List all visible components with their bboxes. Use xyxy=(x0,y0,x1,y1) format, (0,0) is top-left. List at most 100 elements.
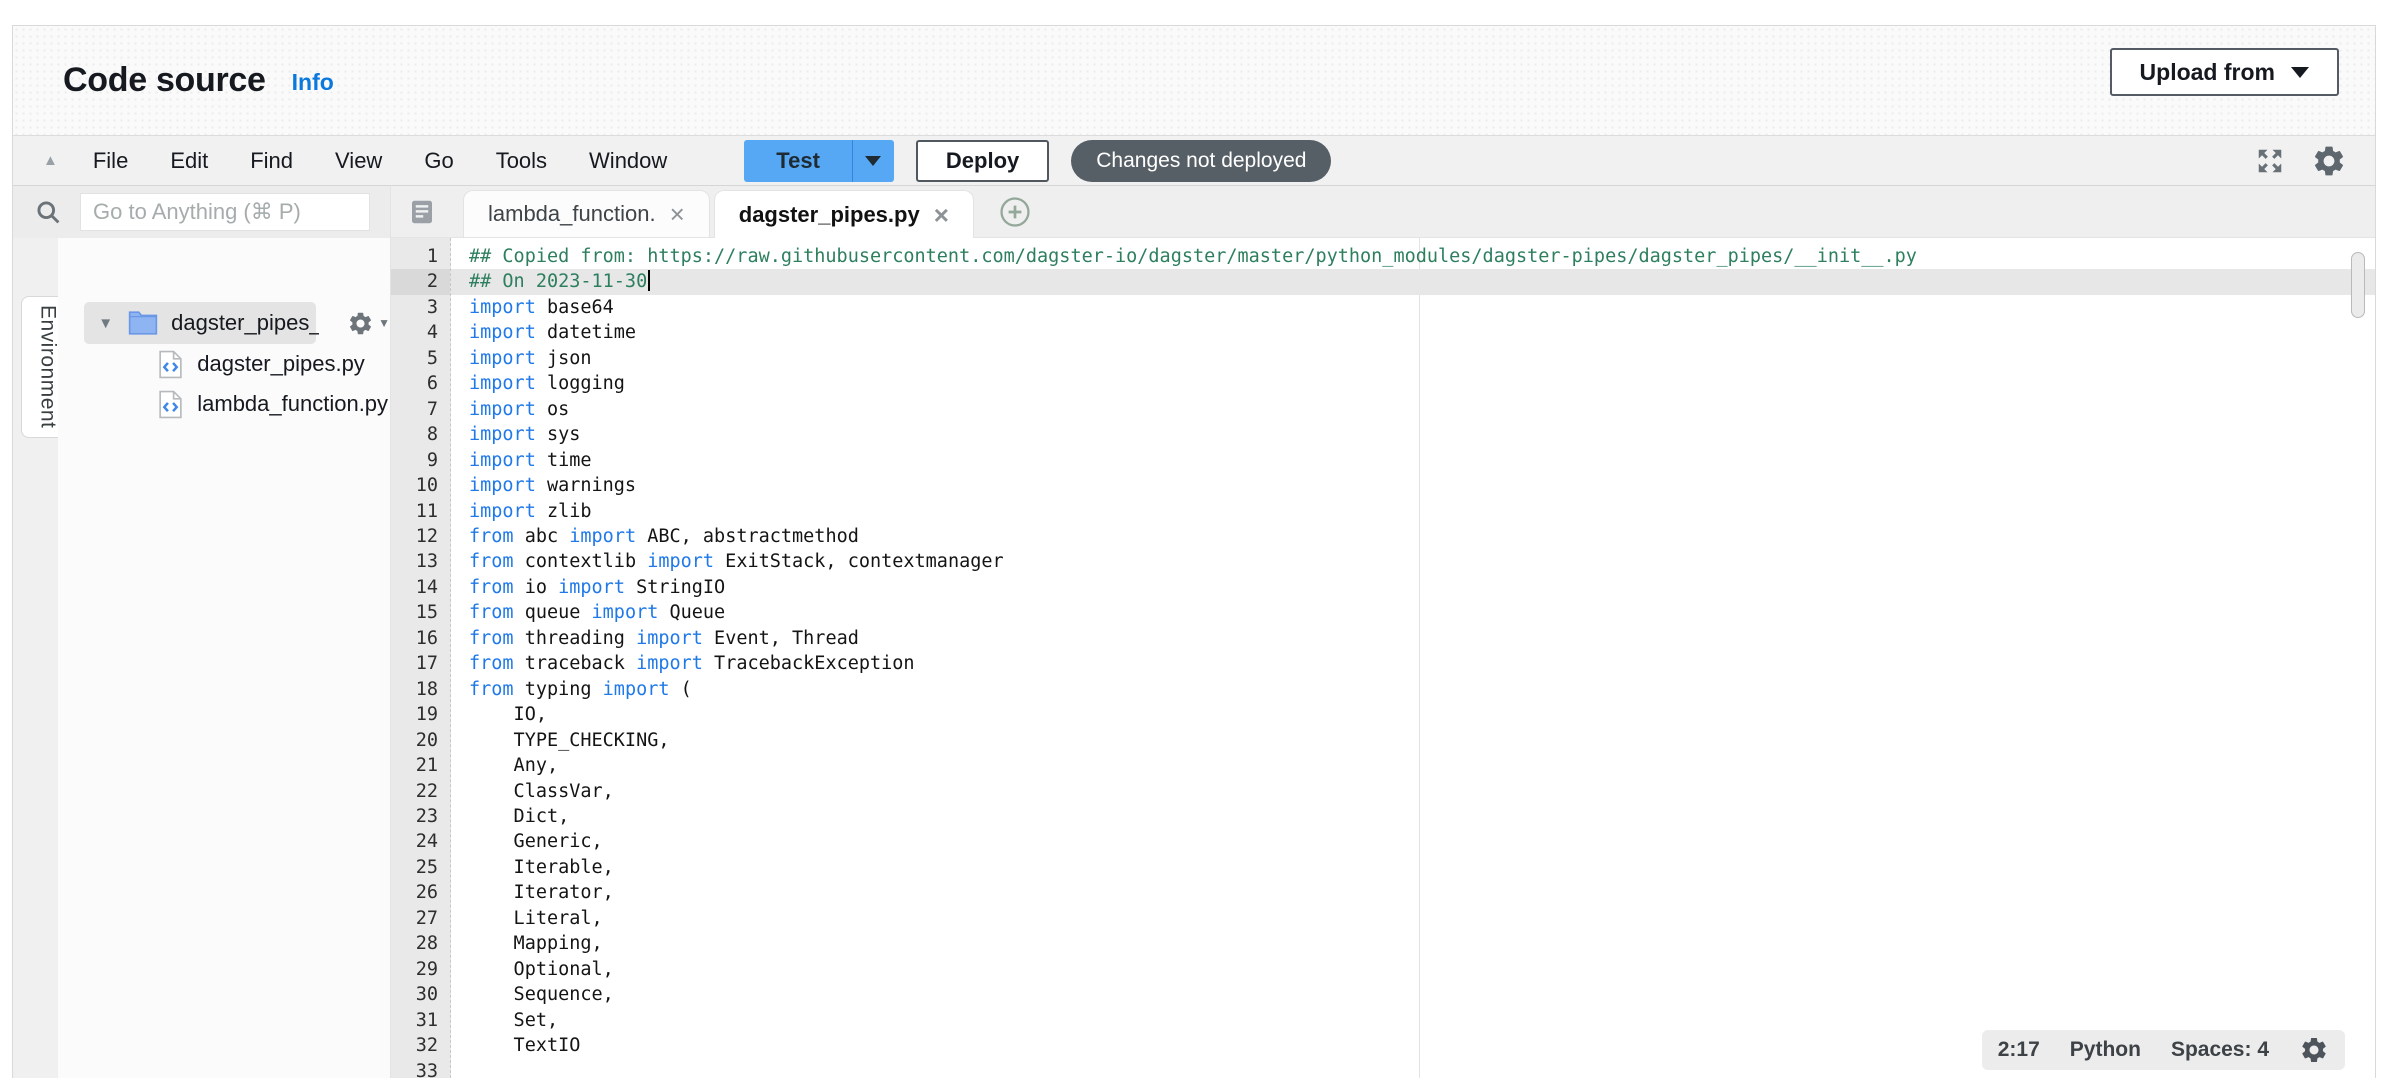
tab-list-icon[interactable] xyxy=(407,197,437,227)
code-line-20[interactable]: IO, xyxy=(451,702,2375,727)
line-number-12: 12 xyxy=(391,524,450,549)
tab-lambda-function[interactable]: lambda_function.× xyxy=(463,190,710,237)
keyword-token: import xyxy=(603,679,670,700)
keyword-token: import xyxy=(469,475,536,496)
keyword-token: import xyxy=(469,424,536,445)
gear-icon[interactable] xyxy=(2299,1035,2329,1065)
menubar-right-icons xyxy=(2255,136,2347,186)
tab-dagster-pipes-py[interactable]: dagster_pipes.py× xyxy=(714,190,974,238)
code-line-29[interactable]: Mapping, xyxy=(451,931,2375,956)
test-button[interactable]: Test xyxy=(744,140,894,182)
menu-items: FileEditFindViewGoToolsWindow xyxy=(72,148,688,174)
code-lines: ## Copied from: https://raw.githubuserco… xyxy=(451,238,2375,1078)
fullscreen-icon[interactable] xyxy=(2255,146,2285,176)
code-line-15[interactable]: from io import StringIO xyxy=(451,575,2375,600)
text-token: Iterator, xyxy=(469,882,614,903)
text-token: os xyxy=(536,399,569,420)
tree-file-dagster_pipes.py[interactable]: dagster_pipes.py xyxy=(58,344,390,384)
line-number-3: 3 xyxy=(391,295,450,320)
code-line-24[interactable]: Dict, xyxy=(451,804,2375,829)
text-token: time xyxy=(536,450,592,471)
code-line-12[interactable]: import zlib xyxy=(451,499,2375,524)
gear-icon[interactable] xyxy=(2311,143,2347,179)
line-number-18: 18 xyxy=(391,677,450,702)
menu-file[interactable]: File xyxy=(72,148,149,174)
code-line-14[interactable]: from contextlib import ExitStack, contex… xyxy=(451,549,2375,574)
info-link[interactable]: Info xyxy=(292,69,334,96)
cursor-position[interactable]: 2:17 xyxy=(1998,1038,2040,1062)
keyword-token: from xyxy=(469,526,514,547)
menu-view[interactable]: View xyxy=(314,148,403,174)
tree-file-lambda_function.py[interactable]: lambda_function.py xyxy=(58,384,390,424)
code-line-28[interactable]: Literal, xyxy=(451,906,2375,931)
menu-tools[interactable]: Tools xyxy=(475,148,568,174)
environment-strip: Environment xyxy=(13,238,58,1078)
code-line-6[interactable]: import json xyxy=(451,346,2375,371)
close-icon[interactable]: × xyxy=(934,202,949,228)
code-line-26[interactable]: Iterable, xyxy=(451,855,2375,880)
code-line-21[interactable]: TYPE_CHECKING, xyxy=(451,728,2375,753)
language-mode[interactable]: Python xyxy=(2070,1038,2141,1062)
code-line-10[interactable]: import time xyxy=(451,448,2375,473)
code-line-17[interactable]: from threading import Event, Thread xyxy=(451,626,2375,651)
code-line-16[interactable]: from queue import Queue xyxy=(451,600,2375,625)
collapse-panel-icon[interactable]: ▲ xyxy=(43,152,58,169)
upload-from-button[interactable]: Upload from xyxy=(2110,48,2339,96)
code-line-18[interactable]: from traceback import TracebackException xyxy=(451,651,2375,676)
text-token: TYPE_CHECKING, xyxy=(469,730,669,751)
text-token: Sequence, xyxy=(469,984,614,1005)
code-line-23[interactable]: ClassVar, xyxy=(451,779,2375,804)
code-line-22[interactable]: Any, xyxy=(451,753,2375,778)
scrollbar-thumb[interactable] xyxy=(2351,252,2365,318)
code-line-25[interactable]: Generic, xyxy=(451,829,2375,854)
editor-content: Environment ▼ dagster_pipes_funct xyxy=(13,186,2375,1078)
line-number-7: 7 xyxy=(391,397,450,422)
text-token: Event, Thread xyxy=(703,628,859,649)
keyword-token: import xyxy=(592,602,659,623)
indent-setting[interactable]: Spaces: 4 xyxy=(2171,1038,2269,1062)
file-label: dagster_pipes.py xyxy=(197,351,365,377)
code-line-5[interactable]: import datetime xyxy=(451,320,2375,345)
test-dropdown[interactable] xyxy=(852,140,894,182)
line-number-16: 16 xyxy=(391,626,450,651)
line-number-1: 1 xyxy=(391,244,450,269)
code-line-11[interactable]: import warnings xyxy=(451,473,2375,498)
code-line-8[interactable]: import os xyxy=(451,397,2375,422)
text-token: Mapping, xyxy=(469,933,603,954)
deploy-button[interactable]: Deploy xyxy=(916,140,1049,182)
code-line-1[interactable]: ## Copied from: https://raw.githubuserco… xyxy=(451,244,2375,269)
code-line-31[interactable]: Sequence, xyxy=(451,982,2375,1007)
tree-settings-button[interactable]: ▼ xyxy=(333,310,390,337)
line-number-29: 29 xyxy=(391,957,450,982)
tree-folder-row[interactable]: ▼ dagster_pipes_funct ▼ xyxy=(58,302,390,344)
menu-window[interactable]: Window xyxy=(568,148,688,174)
code-line-9[interactable]: import sys xyxy=(451,422,2375,447)
text-token: IO, xyxy=(469,704,547,725)
code-line-7[interactable]: import logging xyxy=(451,371,2375,396)
text-token: traceback xyxy=(514,653,637,674)
keyword-token: import xyxy=(569,526,636,547)
menu-go[interactable]: Go xyxy=(403,148,474,174)
keyword-token: import xyxy=(636,653,703,674)
chevron-down-icon[interactable]: ▼ xyxy=(98,315,113,332)
code-line-2[interactable]: ## On 2023-11-30 xyxy=(451,269,2375,294)
menu-find[interactable]: Find xyxy=(229,148,314,174)
text-token: Literal, xyxy=(469,908,603,929)
go-to-anything-input[interactable] xyxy=(80,193,370,231)
code-line-30[interactable]: Optional, xyxy=(451,957,2375,982)
code-line-4[interactable]: import base64 xyxy=(451,295,2375,320)
code-line-19[interactable]: from typing import ( xyxy=(451,677,2375,702)
menu-edit[interactable]: Edit xyxy=(149,148,229,174)
code-line-27[interactable]: Iterator, xyxy=(451,880,2375,905)
code-editor[interactable]: 1234567891011121314151617181920212223242… xyxy=(391,238,2375,1078)
code-source-panel: Code source Info Upload from ▲ FileEditF… xyxy=(12,25,2376,1078)
code-line-13[interactable]: from abc import ABC, abstractmethod xyxy=(451,524,2375,549)
line-number-6: 6 xyxy=(391,371,450,396)
keyword-token: from xyxy=(469,679,514,700)
text-token: typing xyxy=(514,679,603,700)
keyword-token: import xyxy=(469,399,536,420)
keyword-token: from xyxy=(469,628,514,649)
text-token: json xyxy=(536,348,592,369)
close-icon[interactable]: × xyxy=(670,201,685,227)
add-tab-icon[interactable] xyxy=(998,195,1032,229)
